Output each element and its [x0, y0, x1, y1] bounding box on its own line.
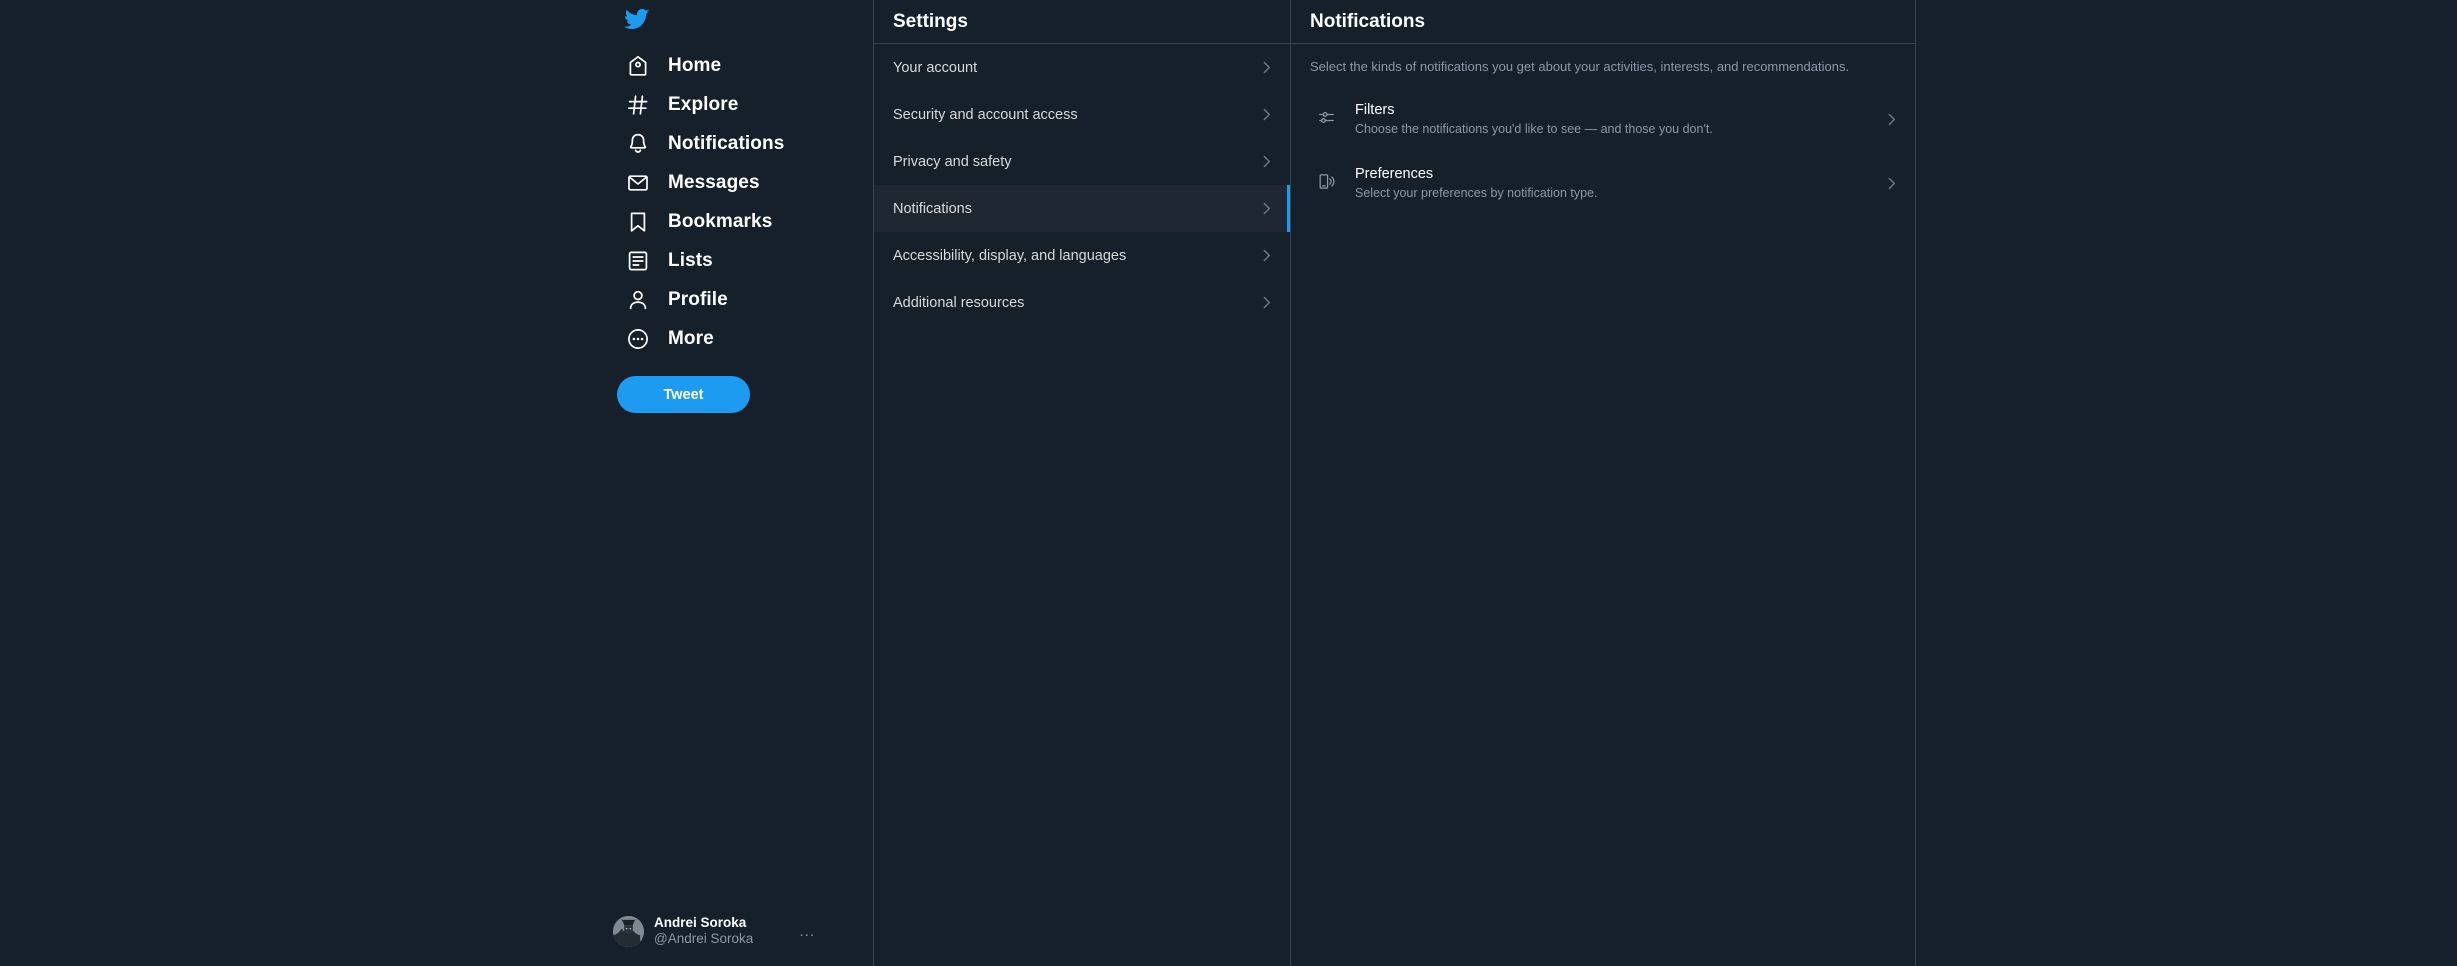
settings-item-security-and-account-access[interactable]: Security and account access — [874, 91, 1290, 138]
more-circle-icon — [624, 326, 651, 353]
hashtag-icon — [624, 92, 651, 119]
page-title: Settings — [893, 10, 968, 32]
chevron-right-icon — [1258, 153, 1275, 170]
settings-list: Your account Security and account access… — [874, 44, 1290, 326]
sidebar-item-messages[interactable]: Messages — [617, 164, 805, 202]
chevron-right-icon — [1883, 175, 1900, 192]
settings-item-accessibility-display-and-languages[interactable]: Accessibility, display, and languages — [874, 232, 1290, 279]
bell-icon — [624, 131, 651, 158]
account-text: Andrei Soroka @Andrei Soroka — [654, 915, 753, 946]
detail-item-text: Preferences Select your preferences by n… — [1355, 166, 1598, 202]
detail-description: Select the kinds of notifications you ge… — [1310, 59, 1850, 74]
chevron-right-icon — [1883, 111, 1900, 128]
detail-item-subtitle: Choose the notifications you'd like to s… — [1355, 121, 1713, 136]
sidebar-item-label: More — [668, 328, 714, 349]
settings-item-label: Your account — [893, 59, 978, 76]
chevron-right-icon — [1258, 106, 1275, 123]
sidebar-item-label: Home — [668, 55, 722, 76]
tweet-button[interactable]: Tweet — [617, 376, 750, 413]
settings-item-label: Security and account access — [893, 106, 1078, 123]
account-name: Andrei Soroka — [654, 915, 747, 931]
sidebar-item-lists[interactable]: Lists — [617, 242, 805, 280]
sidebar-item-label: Profile — [668, 289, 728, 310]
detail-item-filters[interactable]: Filters Choose the notifications you'd l… — [1291, 88, 1915, 152]
settings-item-notifications[interactable]: Notifications — [874, 185, 1290, 232]
detail-item-title: Preferences — [1355, 165, 1434, 182]
detail-item-subtitle: Select your preferences by notification … — [1355, 185, 1598, 200]
list-icon — [624, 248, 651, 275]
sidebar-item-label: Bookmarks — [668, 211, 773, 232]
notifications-detail-column: Notifications Select the kinds of notifi… — [1291, 0, 1916, 966]
settings-item-additional-resources[interactable]: Additional resources — [874, 279, 1290, 326]
chevron-right-icon — [1258, 200, 1275, 217]
settings-column: Settings Your account Security and accou… — [873, 0, 1291, 966]
right-empty-area — [1916, 0, 2457, 966]
twitter-bird-icon — [624, 6, 650, 32]
twitter-logo[interactable] — [617, 0, 873, 38]
nav-inner: Home Explore Notifications Messages Book… — [613, 0, 873, 966]
avatar — [613, 915, 644, 947]
ellipsis-icon[interactable]: ... — [799, 923, 821, 940]
settings-item-privacy-and-safety[interactable]: Privacy and safety — [874, 138, 1290, 185]
sidebar-item-explore[interactable]: Explore — [617, 86, 805, 124]
settings-item-label: Accessibility, display, and languages — [893, 247, 1127, 264]
sliders-icon — [1315, 108, 1338, 127]
account-handle: @Andrei Soroka — [654, 931, 754, 946]
settings-item-your-account[interactable]: Your account — [874, 44, 1290, 91]
chevron-right-icon — [1258, 294, 1275, 311]
settings-item-label: Additional resources — [893, 294, 1025, 311]
chevron-right-icon — [1258, 59, 1275, 76]
twitter-settings-app: Home Explore Notifications Messages Book… — [0, 0, 2457, 966]
sidebar-item-home[interactable]: Home — [617, 47, 805, 85]
detail-item-preferences[interactable]: Preferences Select your preferences by n… — [1291, 152, 1915, 216]
detail-title: Notifications — [1310, 10, 1426, 32]
account-switcher[interactable]: Andrei Soroka @Andrei Soroka ... — [607, 908, 827, 954]
settings-item-label: Notifications — [893, 200, 972, 217]
envelope-icon — [624, 170, 651, 197]
detail-header: Notifications — [1291, 0, 1915, 44]
left-navigation: Home Explore Notifications Messages Book… — [0, 0, 873, 966]
bookmark-icon — [624, 209, 651, 236]
settings-header: Settings — [874, 0, 1290, 44]
sidebar-item-label: Lists — [668, 250, 713, 271]
sidebar-item-bookmarks[interactable]: Bookmarks — [617, 203, 805, 241]
sidebar-item-notifications[interactable]: Notifications — [617, 125, 805, 163]
home-icon — [624, 53, 651, 80]
settings-item-label: Privacy and safety — [893, 153, 1012, 170]
sidebar-item-label: Notifications — [668, 133, 785, 154]
sidebar-item-more[interactable]: More — [617, 320, 805, 358]
sidebar-item-label: Explore — [668, 94, 739, 115]
person-icon — [624, 287, 651, 314]
device-signal-icon — [1315, 172, 1338, 191]
chevron-right-icon — [1258, 247, 1275, 264]
sidebar-item-profile[interactable]: Profile — [617, 281, 805, 319]
sidebar-item-label: Messages — [668, 172, 760, 193]
detail-item-text: Filters Choose the notifications you'd l… — [1355, 102, 1713, 138]
detail-item-title: Filters — [1355, 101, 1395, 118]
